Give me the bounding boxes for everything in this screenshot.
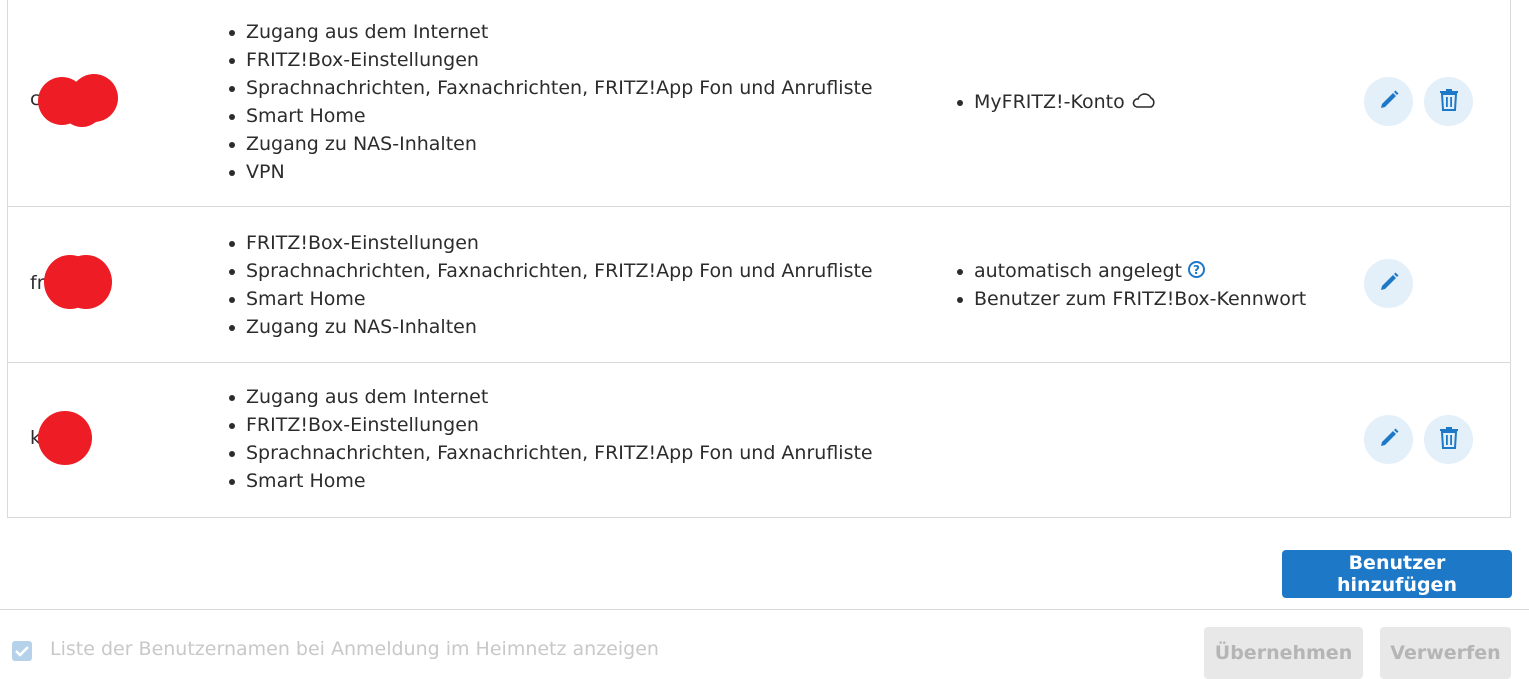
table-row: c Zugang aus dem Internet FRITZ!Box-Eins… (8, 0, 1510, 207)
permission-item: Zugang zu NAS-Inhalten (224, 130, 873, 158)
permission-item: Zugang aus dem Internet (224, 383, 873, 411)
property-list: automatisch angelegt? Benutzer zum FRITZ… (952, 257, 1306, 313)
permission-item: Smart Home (224, 285, 873, 313)
add-user-button[interactable]: Benutzer hinzufügen (1282, 550, 1512, 598)
edit-user-button[interactable] (1364, 415, 1413, 464)
apply-button[interactable]: Übernehmen (1204, 627, 1363, 679)
trash-icon (1438, 88, 1460, 116)
pencil-icon (1378, 427, 1400, 453)
trash-icon (1438, 426, 1460, 454)
table-row: fr FRITZ!Box-Einstellungen Sprachnachric… (8, 206, 1510, 362)
cloud-icon (1131, 89, 1157, 117)
permission-item: Smart Home (224, 467, 873, 495)
property-list: MyFRITZ!-Konto (952, 88, 1157, 117)
property-label: automatisch angelegt (974, 260, 1182, 282)
permission-list: Zugang aus dem Internet FRITZ!Box-Einste… (224, 383, 873, 495)
show-usernames-checkbox[interactable] (12, 641, 32, 661)
redaction-mark (60, 255, 112, 309)
permission-item: VPN (224, 158, 873, 186)
permission-item: FRITZ!Box-Einstellungen (224, 229, 873, 257)
help-icon[interactable]: ? (1187, 261, 1205, 278)
footer-divider (0, 609, 1529, 610)
permission-item: FRITZ!Box-Einstellungen (224, 411, 873, 439)
edit-user-button[interactable] (1364, 77, 1413, 126)
redaction-mark (38, 411, 92, 465)
permission-list: Zugang aus dem Internet FRITZ!Box-Einste… (224, 18, 873, 186)
permission-item: Sprachnachrichten, Faxnachrichten, FRITZ… (224, 257, 873, 285)
permission-item: Zugang aus dem Internet (224, 18, 873, 46)
delete-user-button[interactable] (1424, 415, 1473, 464)
permission-item: Sprachnachrichten, Faxnachrichten, FRITZ… (224, 74, 873, 102)
permission-item: Sprachnachrichten, Faxnachrichten, FRITZ… (224, 439, 873, 467)
permission-item: Smart Home (224, 102, 873, 130)
user-table: c Zugang aus dem Internet FRITZ!Box-Eins… (7, 0, 1511, 518)
property-item: automatisch angelegt? (952, 257, 1306, 285)
permission-list: FRITZ!Box-Einstellungen Sprachnachrichte… (224, 229, 873, 341)
delete-user-button[interactable] (1424, 77, 1473, 126)
permission-item: FRITZ!Box-Einstellungen (224, 46, 873, 74)
discard-button[interactable]: Verwerfen (1380, 627, 1511, 679)
table-row: k Zugang aus dem Internet FRITZ!Box-Eins… (8, 362, 1510, 517)
pencil-icon (1378, 89, 1400, 115)
property-item: MyFRITZ!-Konto (952, 88, 1157, 117)
property-label: MyFRITZ!-Konto (974, 91, 1125, 113)
pencil-icon (1378, 271, 1400, 297)
user-name: fr (30, 272, 45, 294)
checkmark-icon (15, 642, 29, 661)
edit-user-button[interactable] (1364, 259, 1413, 308)
show-usernames-label: Liste der Benutzernamen bei Anmeldung im… (50, 638, 659, 660)
property-item: Benutzer zum FRITZ!Box-Kennwort (952, 285, 1306, 313)
permission-item: Zugang zu NAS-Inhalten (224, 313, 873, 341)
redaction-mark (60, 81, 104, 127)
